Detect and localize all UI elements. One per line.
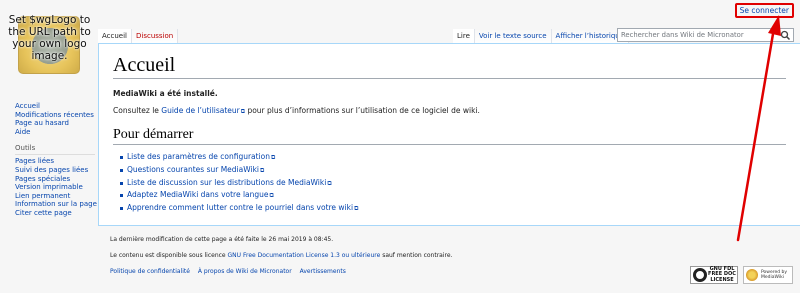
gnu-circle-icon — [693, 268, 707, 282]
installed-message: MediaWiki a été installé. — [113, 89, 218, 98]
footer-lastmod: La dernière modification de cette page a… — [110, 236, 334, 243]
search-icon[interactable] — [780, 30, 791, 41]
list-item: Liste des paramètres de configuration⧉ — [119, 151, 786, 164]
user-guide-link[interactable]: Guide de l’utilisateur — [161, 106, 239, 115]
mediawiki-sunflower-icon — [746, 269, 758, 281]
external-link-icon: ⧉ — [354, 205, 359, 213]
external-link-icon: ⧉ — [260, 166, 265, 174]
search-input[interactable] — [618, 29, 778, 41]
faq-link[interactable]: Questions courantes sur MediaWiki — [127, 165, 259, 174]
spam-link[interactable]: Apprendre comment lutter contre le pourr… — [127, 203, 353, 212]
list-item: Adaptez MediaWiki dans votre langue⧉ — [119, 189, 786, 202]
logo-placeholder-text: Set $wgLogo to the URL path to your own … — [8, 14, 91, 62]
footer-disclaimers-link[interactable]: Avertissements — [300, 268, 346, 275]
footer-privacy-link[interactable]: Politique de confidentialité — [110, 268, 190, 275]
tab-accueil[interactable]: Accueil — [98, 29, 132, 44]
intro-text-before: Consultez le — [113, 106, 162, 115]
page-title: Accueil — [113, 54, 786, 79]
footer-license: Le contenu est disponible sous licence G… — [110, 252, 670, 260]
site-logo[interactable]: Set $wgLogo to the URL path to your own … — [8, 14, 91, 74]
main-content: Accueil MediaWiki a été installé. Consul… — [98, 43, 800, 226]
tab-view-source[interactable]: Voir le texte source — [474, 29, 552, 44]
search-box — [617, 28, 794, 42]
external-link-icon: ⧉ — [327, 179, 332, 187]
login-link[interactable]: Se connecter — [734, 3, 794, 18]
license-text-after: sauf mention contraire. — [380, 252, 453, 259]
section-heading: Pour démarrer — [113, 127, 786, 145]
footer-about-link[interactable]: À propos de Wiki de Micronator — [198, 268, 292, 275]
view-tabs: Lire Voir le texte source Afficher l’his… — [453, 28, 630, 44]
tab-lire[interactable]: Lire — [453, 29, 475, 44]
gfdl-line: LICENSE — [710, 276, 734, 283]
external-link-icon: ⧉ — [271, 154, 276, 161]
config-settings-link[interactable]: Liste des paramètres de configuration — [127, 152, 270, 161]
getting-started-list: Liste des paramètres de configuration⧉ Q… — [119, 151, 786, 215]
personal-tools: Se connecter — [734, 3, 794, 18]
localise-link[interactable]: Adaptez MediaWiki dans votre langue — [127, 190, 269, 199]
powered-by-mediawiki-badge[interactable]: Powered by MediaWiki — [743, 266, 793, 284]
list-item: Questions courantes sur MediaWiki⧉ — [119, 164, 786, 177]
list-item: Liste de discussion sur les distribution… — [119, 177, 786, 190]
mailing-list-link[interactable]: Liste de discussion sur les distribution… — [127, 178, 326, 187]
footer: La dernière modification de cette page a… — [110, 236, 670, 276]
footer-links: Politique de confidentialité À propos de… — [110, 268, 670, 276]
license-text-before: Le contenu est disponible sous licence — [110, 252, 228, 259]
footer-icons: GNU FDL FREE DOC LICENSE Powered by Medi… — [690, 266, 793, 284]
mw-line: MediaWiki — [761, 275, 784, 280]
license-link[interactable]: GNU Free Documentation License 1.3 ou ul… — [228, 252, 381, 259]
gfdl-badge[interactable]: GNU FDL FREE DOC LICENSE — [690, 266, 738, 284]
tab-discussion[interactable]: Discussion — [132, 29, 179, 44]
intro-text-after: pour plus d’informations sur l’utilisati… — [245, 106, 480, 115]
namespace-tabs: Accueil Discussion — [98, 28, 179, 44]
list-item: Apprendre comment lutter contre le pourr… — [119, 202, 786, 215]
external-link-icon: ⧉ — [269, 192, 274, 200]
sidebar-tools-heading: Outils — [15, 144, 95, 156]
intro-paragraph: Consultez le Guide de l’utilisateur⧉ pou… — [113, 105, 786, 117]
